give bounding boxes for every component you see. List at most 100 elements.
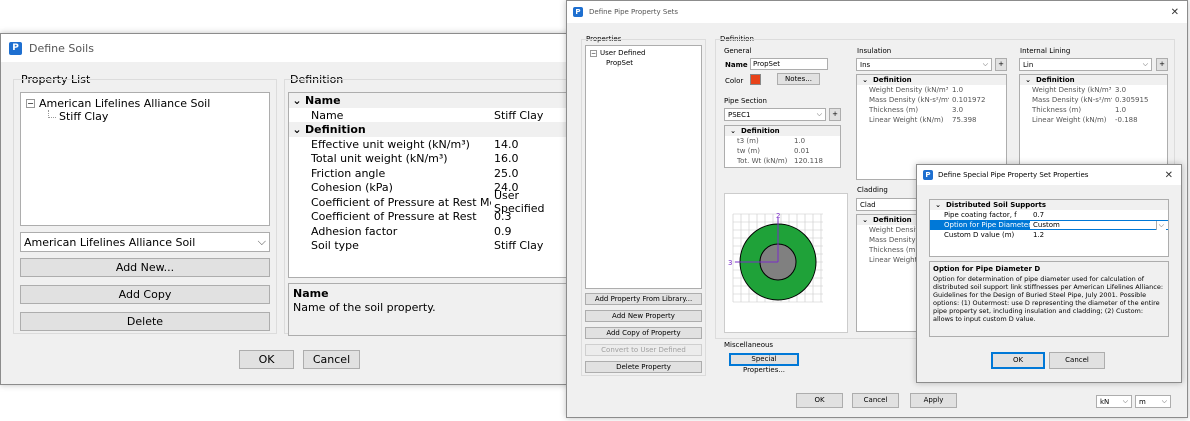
tree-root-item[interactable]: − American Lifelines Alliance Soil [26,97,210,110]
property-value[interactable]: 0.101972 [949,96,1006,104]
color-swatch[interactable] [750,74,761,85]
add-section-button[interactable]: + [829,108,841,121]
soil-type-combo[interactable]: American Lifelines Alliance Soil ⌵ [20,232,270,252]
insulation-row[interactable]: Mass Density (kN-s²/m⁴) 0.101972 [857,95,1006,105]
add-copy-property-button[interactable]: Add Copy of Property [585,327,702,339]
add-from-library-button[interactable]: Add Property From Library... [585,293,702,305]
grid-row[interactable]: Coefficient of Pressure at Rest 0.3 [289,210,569,225]
tree-collapse-icon[interactable]: − [26,99,35,108]
lining-definition-header[interactable]: ⌄ Definition [1020,75,1167,85]
cladding-row[interactable]: Mass Density (k [857,235,925,245]
pipe-ok-button[interactable]: OK [796,393,843,408]
delete-property-button[interactable]: Delete Property [585,361,702,373]
special-row[interactable]: Pipe coating factor, f 0.7 [930,210,1168,220]
name-input[interactable]: PropSet [750,58,828,70]
special-row[interactable]: Custom D value (m) 1.2 [930,230,1168,240]
soil-tree[interactable]: − American Lifelines Alliance Soil Stiff… [20,92,270,226]
grid-row[interactable]: Soil type Stiff Clay [289,239,569,254]
chevron-down-icon[interactable]: ⌵ [1155,220,1166,230]
collapse-icon[interactable]: ⌄ [289,94,305,107]
collapse-icon[interactable]: ⌄ [930,201,946,209]
grid-row[interactable]: Coefficient of Pressure at Rest MethodUs… [289,189,569,215]
add-lining-button[interactable]: + [1156,58,1168,71]
tree-collapse-icon[interactable]: − [590,49,597,57]
pipe-cancel-button[interactable]: Cancel [852,393,899,408]
property-value[interactable]: 0.7 [1030,211,1168,219]
property-value[interactable]: 0.3 [491,210,569,223]
property-value[interactable]: 3.0 [949,106,1006,114]
lining-row[interactable]: Weight Density (kN/m³) 3.0 [1020,85,1167,95]
tree-child-item[interactable]: PropSet [606,59,633,67]
property-value[interactable]: 0.305915 [1112,96,1167,104]
property-value[interactable]: Stiff Clay [491,239,569,252]
special-properties-button[interactable]: Special Properties... [729,353,799,374]
notes-button[interactable]: Notes... [777,73,820,85]
section-property-grid[interactable]: ⌄ Definition t3 (m) 1.0 tw (m) 0.01 Tot. Wt … [724,125,841,168]
close-icon[interactable]: ✕ [1171,7,1179,18]
property-value[interactable]: 0.01 [791,147,840,155]
section-row[interactable]: tw (m) 0.01 [725,146,840,156]
special-cancel-button[interactable]: Cancel [1049,352,1105,369]
insulation-row[interactable]: Linear Weight (kN/m) 75.398 [857,115,1006,125]
property-value[interactable]: 3.0 [1112,86,1167,94]
add-new-button[interactable]: Add New... [20,258,270,277]
property-value[interactable]: 16.0 [491,152,569,165]
property-value[interactable]: 1.0 [791,137,840,145]
section-row[interactable]: Tot. Wt (kN/m) 120.118 [725,156,840,166]
delete-button[interactable]: Delete [20,312,270,331]
cladding-definition-header[interactable]: ⌄ Definition [857,215,925,225]
definition-section-header[interactable]: ⌄ Definition [289,122,569,137]
soils-cancel-button[interactable]: Cancel [303,350,360,369]
grid-row-name[interactable]: Name Stiff Clay [289,108,569,122]
special-ok-button[interactable]: OK [991,352,1045,369]
cladding-row[interactable]: Weight Density (k [857,225,925,235]
name-section-header[interactable]: ⌄ Name [289,93,569,108]
lining-combo[interactable]: Lin ⌵ [1019,58,1152,71]
property-value[interactable]: 1.2 [1030,231,1168,239]
special-property-grid[interactable]: ⌄ Distributed Soil Supports Pipe coating… [929,199,1169,257]
add-new-property-button[interactable]: Add New Property [585,310,702,322]
grid-row[interactable]: Friction angle 25.0 [289,166,569,181]
close-icon[interactable]: ✕ [1165,170,1173,181]
force-unit-combo[interactable]: kN ⌵ [1096,395,1132,408]
pipe-apply-button[interactable]: Apply [910,393,957,408]
soils-ok-button[interactable]: OK [239,350,294,369]
tree-root-item[interactable]: − User Defined [590,49,645,57]
lining-row[interactable]: Mass Density (kN-s²/m⁴) 0.305915 [1020,95,1167,105]
lining-row[interactable]: Thickness (m) 1.0 [1020,105,1167,115]
grid-row[interactable]: Total unit weight (kN/m³) 16.0 [289,152,569,167]
grid-row[interactable]: Adhesion factor 0.9 [289,224,569,239]
length-unit-combo[interactable]: m ⌵ [1135,395,1171,408]
special-row[interactable]: Option for Pipe Diameter D Custom ⌵ [930,220,1168,230]
add-insulation-button[interactable]: + [995,58,1007,71]
property-value[interactable]: 0.9 [491,225,569,238]
collapse-icon[interactable]: ⌄ [725,127,741,135]
cladding-row[interactable]: Linear Weight (k [857,255,925,265]
grid-row[interactable]: Effective unit weight (kN/m³) 14.0 [289,137,569,152]
pipe-section-combo[interactable]: PSEC1 ⌵ [724,108,826,121]
section-row[interactable]: t3 (m) 1.0 [725,136,840,146]
soil-property-grid[interactable]: ⌄ Name Name Stiff Clay ⌄ Definition Effe… [288,92,569,278]
add-copy-button[interactable]: Add Copy [20,285,270,304]
lining-row[interactable]: Linear Weight (kN/m) -0.188 [1020,115,1167,125]
insulation-definition-header[interactable]: ⌄ Definition [857,75,1006,85]
property-value[interactable]: Custom [1030,221,1168,229]
collapse-icon[interactable]: ⌄ [289,123,305,136]
collapse-icon[interactable]: ⌄ [857,216,873,224]
insulation-row[interactable]: Weight Density (kN/m³) 1.0 [857,85,1006,95]
property-value[interactable]: 25.0 [491,167,569,180]
collapse-icon[interactable]: ⌄ [1020,76,1036,84]
property-value[interactable]: 75.398 [949,116,1006,124]
cladding-row[interactable]: Thickness (m) [857,245,925,255]
property-value[interactable]: -0.188 [1112,116,1167,124]
section-definition-header[interactable]: ⌄ Definition [725,126,840,136]
insulation-row[interactable]: Thickness (m) 3.0 [857,105,1006,115]
distributed-soil-header[interactable]: ⌄ Distributed Soil Supports [930,200,1168,210]
property-value[interactable]: 120.118 [791,157,840,165]
convert-to-user-defined-button[interactable]: Convert to User Defined [585,344,702,356]
collapse-icon[interactable]: ⌄ [857,76,873,84]
properties-tree[interactable]: − User Defined PropSet [585,45,702,289]
property-value[interactable]: 1.0 [949,86,1006,94]
insulation-combo[interactable]: Ins ⌵ [856,58,992,71]
property-value[interactable]: 14.0 [491,138,569,151]
